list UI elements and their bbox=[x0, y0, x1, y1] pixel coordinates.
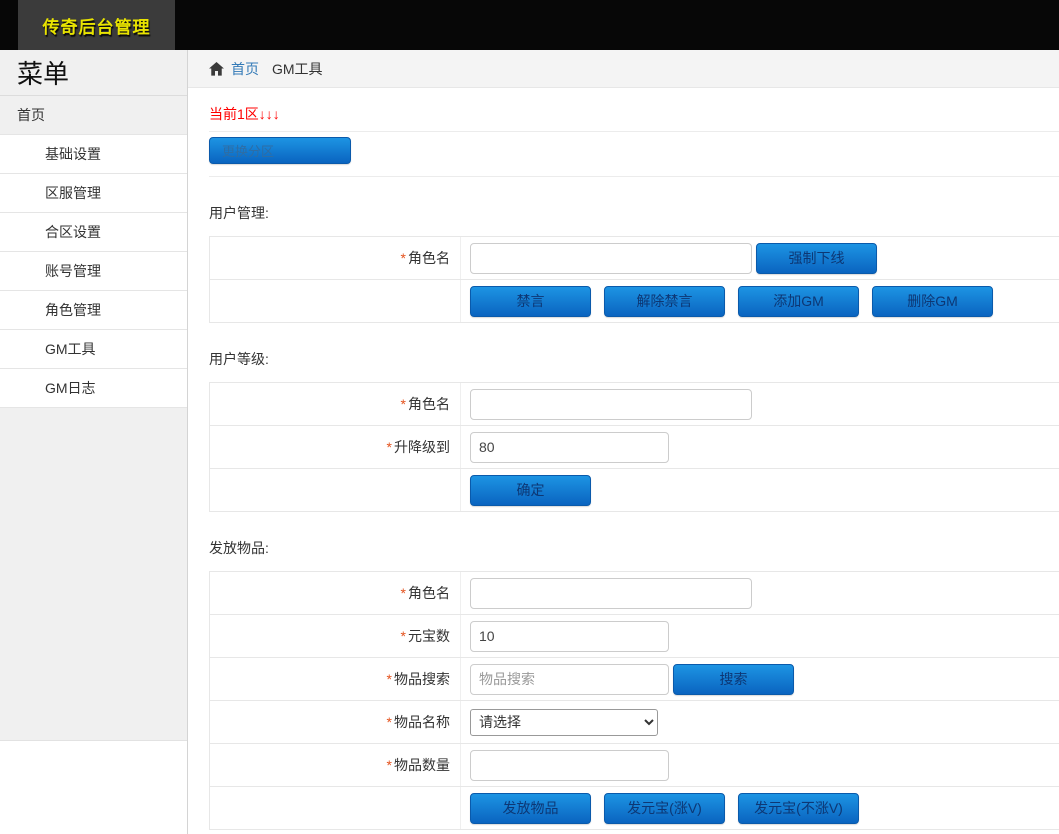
role-name-label: * 角色名 bbox=[210, 237, 461, 279]
required-mark: * bbox=[387, 757, 392, 773]
give-yuanbao-novip-button[interactable]: 发元宝(不涨V) bbox=[738, 793, 859, 824]
section-title-user-management: 用户管理: bbox=[209, 203, 1059, 223]
confirm-button[interactable]: 确定 bbox=[470, 475, 591, 506]
sidebar-item-label: 区服管理 bbox=[45, 183, 101, 203]
required-mark: * bbox=[387, 714, 392, 730]
item-qty-label: * 物品数量 bbox=[210, 744, 461, 786]
screen: 传奇后台管理 菜单 首页 基础设置 区服管理 合区设置 账号管理 角色管理 bbox=[0, 0, 1059, 834]
user-level-form: * 角色名 * 升降级到 bbox=[209, 382, 1059, 512]
delete-gm-button[interactable]: 删除GM bbox=[872, 286, 993, 317]
sidebar: 菜单 首页 基础设置 区服管理 合区设置 账号管理 角色管理 GM工具 bbox=[0, 50, 188, 834]
gi-role-name-input[interactable] bbox=[470, 578, 752, 609]
section-title-user-level: 用户等级: bbox=[209, 349, 1059, 369]
empty-label bbox=[210, 787, 461, 829]
sidebar-item-label: 首页 bbox=[17, 105, 45, 125]
form-row-role-name: * 角色名 bbox=[210, 383, 1059, 426]
give-items-button[interactable]: 发放物品 bbox=[470, 793, 591, 824]
sidebar-item-label: 角色管理 bbox=[45, 300, 101, 320]
required-mark: * bbox=[401, 628, 406, 644]
give-yuanbao-vip-button[interactable]: 发元宝(涨V) bbox=[604, 793, 725, 824]
main-content: 首页 GM工具 当前1区↓↓↓ 更换分区 用户管理: * 角色名 bbox=[188, 50, 1059, 834]
yuanbao-input[interactable] bbox=[470, 621, 669, 652]
zone-notice-row: 当前1区↓↓↓ bbox=[209, 88, 1059, 132]
force-offline-button[interactable]: 强制下线 bbox=[756, 243, 877, 274]
section-title-give-items: 发放物品: bbox=[209, 538, 1059, 558]
item-name-select[interactable]: 请选择 bbox=[470, 709, 658, 736]
switch-zone-button[interactable]: 更换分区 bbox=[209, 137, 351, 164]
sidebar-item-basic-settings[interactable]: 基础设置 bbox=[0, 135, 187, 174]
switch-zone-row: 更换分区 bbox=[209, 132, 1059, 177]
home-icon bbox=[209, 62, 224, 76]
app-title: 传奇后台管理 bbox=[43, 13, 151, 38]
breadcrumb-home-link[interactable]: 首页 bbox=[231, 59, 259, 79]
yuanbao-label: * 元宝数 bbox=[210, 615, 461, 657]
item-name-label: * 物品名称 bbox=[210, 701, 461, 743]
required-mark: * bbox=[401, 396, 406, 412]
sidebar-item-label: GM日志 bbox=[45, 378, 96, 398]
give-items-form: * 角色名 * 元宝数 bbox=[209, 571, 1059, 830]
form-row-give-actions: 发放物品 发元宝(涨V) 发元宝(不涨V) bbox=[210, 787, 1059, 830]
breadcrumb-current: GM工具 bbox=[272, 59, 323, 79]
app-logo: 传奇后台管理 bbox=[18, 0, 175, 50]
required-mark: * bbox=[387, 671, 392, 687]
unmute-button[interactable]: 解除禁言 bbox=[604, 286, 725, 317]
add-gm-button[interactable]: 添加GM bbox=[738, 286, 859, 317]
top-bar: 传奇后台管理 bbox=[0, 0, 1059, 50]
sidebar-item-account-management[interactable]: 账号管理 bbox=[0, 252, 187, 291]
current-zone-notice: 当前1区↓↓↓ bbox=[209, 106, 280, 122]
form-row-yuanbao: * 元宝数 bbox=[210, 615, 1059, 658]
item-qty-input[interactable] bbox=[470, 750, 669, 781]
form-row-item-name: * 物品名称 请选择 bbox=[210, 701, 1059, 744]
form-row-actions: 禁言 解除禁言 添加GM 删除GM bbox=[210, 280, 1059, 323]
level-label: * 升降级到 bbox=[210, 426, 461, 468]
sidebar-item-label: 合区设置 bbox=[45, 222, 101, 242]
sidebar-item-home[interactable]: 首页 bbox=[0, 96, 187, 135]
search-button[interactable]: 搜索 bbox=[673, 664, 794, 695]
required-mark: * bbox=[401, 585, 406, 601]
sidebar-item-merge-zone-settings[interactable]: 合区设置 bbox=[0, 213, 187, 252]
form-row-item-qty: * 物品数量 bbox=[210, 744, 1059, 787]
sidebar-item-label: 基础设置 bbox=[45, 144, 101, 164]
level-input[interactable] bbox=[470, 432, 669, 463]
required-mark: * bbox=[401, 250, 406, 266]
item-search-label: * 物品搜索 bbox=[210, 658, 461, 700]
sidebar-item-role-management[interactable]: 角色管理 bbox=[0, 291, 187, 330]
item-search-input[interactable] bbox=[470, 664, 669, 695]
form-row-confirm: 确定 bbox=[210, 469, 1059, 512]
sidebar-item-label: 账号管理 bbox=[45, 261, 101, 281]
user-management-form: * 角色名 强制下线 禁言 解除禁言 添加GM bbox=[209, 236, 1059, 323]
role-name-label: * 角色名 bbox=[210, 572, 461, 614]
sidebar-item-gm-logs[interactable]: GM日志 bbox=[0, 369, 187, 408]
mute-button[interactable]: 禁言 bbox=[470, 286, 591, 317]
sidebar-item-zone-server-management[interactable]: 区服管理 bbox=[0, 174, 187, 213]
form-row-role-name: * 角色名 bbox=[210, 572, 1059, 615]
breadcrumb: 首页 GM工具 bbox=[188, 50, 1059, 88]
form-row-role-name: * 角色名 强制下线 bbox=[210, 237, 1059, 280]
sidebar-item-label: GM工具 bbox=[45, 339, 96, 359]
empty-label bbox=[210, 469, 461, 511]
sidebar-filler bbox=[0, 408, 187, 741]
form-row-item-search: * 物品搜索 搜索 bbox=[210, 658, 1059, 701]
sidebar-item-gm-tools[interactable]: GM工具 bbox=[0, 330, 187, 369]
sidebar-header: 菜单 bbox=[0, 50, 187, 96]
um-role-name-input[interactable] bbox=[470, 243, 752, 274]
ul-role-name-input[interactable] bbox=[470, 389, 752, 420]
empty-label bbox=[210, 280, 461, 322]
role-name-label: * 角色名 bbox=[210, 383, 461, 425]
form-row-level: * 升降级到 bbox=[210, 426, 1059, 469]
required-mark: * bbox=[387, 439, 392, 455]
